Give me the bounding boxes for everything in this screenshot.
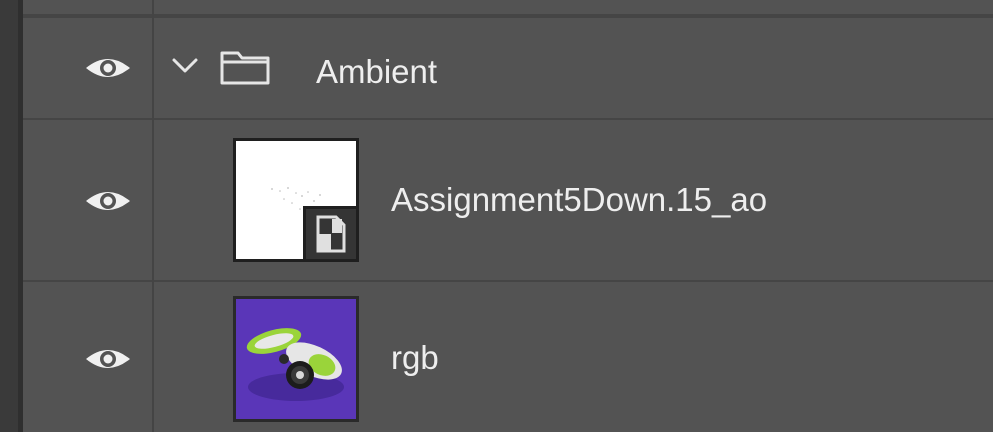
layer-row-rgb[interactable]: rgb xyxy=(23,282,993,432)
layer-name[interactable]: rgb xyxy=(391,338,439,378)
panel-left-edge xyxy=(0,0,18,432)
folder-icon xyxy=(219,48,271,86)
layer-name[interactable]: Assignment5Down.15_ao xyxy=(391,180,767,220)
layer-name[interactable]: Ambient xyxy=(316,52,437,92)
layer-thumbnail[interactable] xyxy=(233,138,359,262)
visibility-eye-icon[interactable] xyxy=(83,53,133,83)
layer-row-ao[interactable]: Assignment5Down.15_ao xyxy=(23,120,993,282)
layer-row-partial[interactable] xyxy=(23,0,993,16)
visibility-eye-icon[interactable] xyxy=(83,344,133,374)
layers-panel: Ambient Assignment5Down.15_ao rgb xyxy=(0,0,993,432)
smart-object-badge-icon xyxy=(303,206,359,262)
robot-render-thumbnail xyxy=(246,328,344,401)
chevron-down-icon[interactable] xyxy=(170,56,200,76)
visibility-column-divider xyxy=(152,0,154,432)
visibility-eye-icon[interactable] xyxy=(83,186,133,216)
layer-row-group-ambient[interactable]: Ambient xyxy=(23,16,993,120)
layer-thumbnail[interactable] xyxy=(233,296,359,422)
